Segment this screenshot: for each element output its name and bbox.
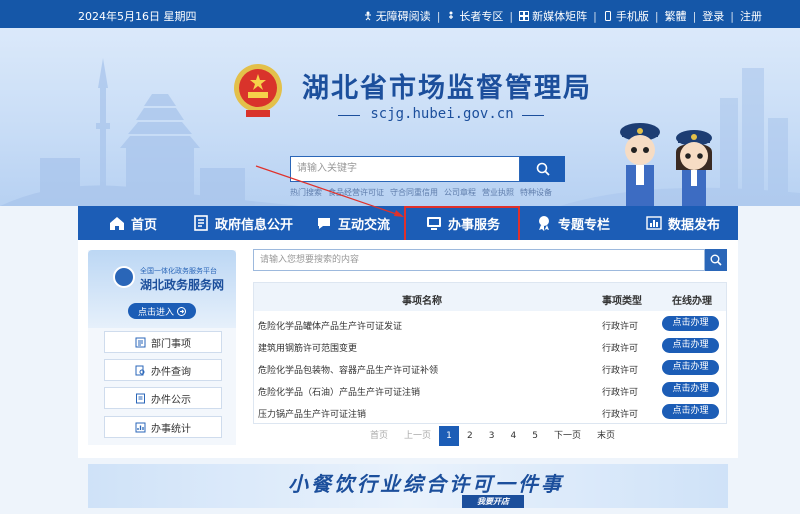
handle-button[interactable]: 点击办理: [662, 404, 719, 419]
prev-page-button[interactable]: 上一页: [396, 426, 439, 446]
gov-service-subtitle: 全国一体化政务服务平台: [140, 267, 217, 275]
search-button[interactable]: [520, 156, 565, 182]
pagination: 首页 上一页 1 2 3 4 5 下一页 末页: [362, 426, 623, 446]
item-name[interactable]: 危险化学品罐体产品生产许可证发证: [258, 319, 402, 332]
search-icon: [536, 162, 550, 176]
hot-link[interactable]: 营业执照: [482, 187, 514, 198]
header-item-type: 事项类型: [602, 296, 642, 307]
table-header: 事项名称 事项类型 在线办理: [254, 283, 726, 311]
document-icon: [194, 215, 208, 231]
banner-sub-button[interactable]: 我要开店: [462, 495, 524, 508]
first-page-button[interactable]: 首页: [362, 426, 396, 446]
item-name[interactable]: 危险化学品（石油）产品生产许可证注销: [258, 385, 420, 398]
search-icon: [710, 254, 722, 266]
item-name[interactable]: 压力锅产品生产许可证注销: [258, 407, 366, 420]
nav-item-topics[interactable]: 专题专栏: [518, 206, 628, 240]
main-nav: 首页 政府信息公开 互动交流 办事服务 专题专栏 数据发布: [78, 206, 738, 244]
accessibility-icon: [364, 11, 371, 21]
next-page-button[interactable]: 下一页: [546, 426, 589, 446]
national-emblem-icon: [234, 64, 282, 117]
table-row: 危险化学品罐体产品生产许可证发证 行政许可 点击办理: [254, 313, 726, 335]
page-1-button[interactable]: 1: [439, 426, 460, 446]
case-stats-button[interactable]: 办事统计: [104, 416, 222, 438]
hot-link[interactable]: 守合同重信用: [390, 187, 438, 198]
hot-link[interactable]: 食品经营许可证: [328, 187, 384, 198]
file-search-icon: [135, 365, 145, 375]
nav-item-gov-info[interactable]: 政府信息公开: [188, 206, 298, 240]
item-type: 行政许可: [602, 366, 639, 376]
medal-icon: [538, 216, 549, 231]
mobile-link[interactable]: 手机版: [603, 8, 649, 24]
item-name[interactable]: 危险化学品包装物、容器产品生产许可证补领: [258, 363, 438, 376]
handle-button[interactable]: 点击办理: [662, 338, 719, 353]
item-search-input[interactable]: 请输入您想要搜索的内容: [253, 249, 705, 271]
domain-divider-right: [522, 115, 544, 116]
banner-title: 小餐饮行业综合许可一件事: [288, 472, 564, 496]
table-row: 压力锅产品生产许可证注销 行政许可 点击办理: [254, 401, 726, 423]
promo-banner[interactable]: 小餐饮行业综合许可一件事 我要开店: [88, 464, 728, 508]
last-page-button[interactable]: 末页: [589, 426, 623, 446]
top-bar: 2024年5月16日 星期四 无障碍阅读 | 长者专区 | 新媒体矩阵 | 手机…: [0, 0, 800, 28]
case-public-button[interactable]: 办件公示: [104, 387, 222, 409]
login-link[interactable]: 登录: [702, 8, 724, 24]
home-icon: [109, 217, 124, 230]
header-online: 在线办理: [672, 296, 712, 307]
chat-icon: [317, 218, 330, 229]
new-media-link[interactable]: 新媒体矩阵: [519, 8, 587, 24]
grid-icon: [519, 11, 530, 21]
handle-button[interactable]: 点击办理: [662, 316, 719, 331]
hot-link[interactable]: 公司章程: [444, 187, 476, 198]
stats-icon: [135, 422, 146, 432]
hot-search-links: 热门搜索 食品经营许可证 守合同重信用 公司章程 营业执照 特种设备: [290, 187, 552, 198]
item-name[interactable]: 建筑用钢筋许可范围变更: [258, 341, 357, 354]
accessibility-link[interactable]: 无障碍阅读: [363, 8, 431, 24]
site-title: 湖北省市场监督管理局: [302, 73, 592, 104]
nav-item-home[interactable]: 首页: [78, 206, 188, 240]
page-2-button[interactable]: 2: [459, 426, 481, 446]
site-header: 湖北省市场监督管理局 scjg.hubei.gov.cn 请输入关键字 热门搜索…: [0, 28, 800, 206]
page-5-button[interactable]: 5: [524, 426, 546, 446]
mascot-illustration: [620, 123, 712, 206]
table-row: 建筑用钢筋许可范围变更 行政许可 点击办理: [254, 335, 726, 357]
header-item-name: 事项名称: [402, 296, 442, 307]
table-row: 危险化学品（石油）产品生产许可证注销 行政许可 点击办理: [254, 379, 726, 401]
item-type: 行政许可: [602, 410, 639, 420]
current-date: 2024年5月16日 星期四: [78, 10, 197, 23]
elderly-link[interactable]: 长者专区: [446, 8, 503, 24]
item-search-button[interactable]: [705, 249, 727, 271]
register-link[interactable]: 注册: [740, 8, 762, 24]
item-type: 行政许可: [602, 388, 639, 398]
nav-item-data[interactable]: 数据发布: [628, 206, 738, 240]
document-icon: [136, 393, 145, 403]
handle-button[interactable]: 点击办理: [662, 382, 719, 397]
arrow-right-circle-icon: [177, 306, 186, 316]
gov-service-title: 湖北政务服务网: [140, 278, 225, 292]
page-4-button[interactable]: 4: [503, 426, 525, 446]
elderly-icon: [449, 11, 454, 19]
case-query-button[interactable]: 办件查询: [104, 359, 222, 381]
top-links: 无障碍阅读 | 长者专区 | 新媒体矩阵 | 手机版 | 繁體 | 登录 | 注…: [363, 8, 762, 24]
bar-chart-icon: [646, 216, 662, 230]
phone-icon: [604, 11, 611, 21]
traditional-chinese-link[interactable]: 繁體: [665, 8, 687, 24]
gov-service-logo-icon: [113, 266, 135, 288]
dept-items-button[interactable]: 部门事项: [104, 331, 222, 353]
item-type: 行政许可: [602, 322, 639, 332]
table-row: 危险化学品包装物、容器产品生产许可证补领 行政许可 点击办理: [254, 357, 726, 379]
nav-active-highlight: [404, 206, 520, 244]
handle-button[interactable]: 点击办理: [662, 360, 719, 375]
enter-button[interactable]: 点击进入: [128, 303, 196, 319]
page-3-button[interactable]: 3: [481, 426, 503, 446]
nav-item-interaction[interactable]: 互动交流: [298, 206, 408, 240]
item-type: 行政许可: [602, 344, 639, 354]
hot-search-label: 热门搜索: [290, 188, 322, 197]
list-icon: [135, 337, 146, 347]
site-domain: scjg.hubei.gov.cn: [370, 106, 514, 122]
hot-link[interactable]: 特种设备: [520, 187, 552, 198]
search-input[interactable]: 请输入关键字: [290, 156, 520, 182]
